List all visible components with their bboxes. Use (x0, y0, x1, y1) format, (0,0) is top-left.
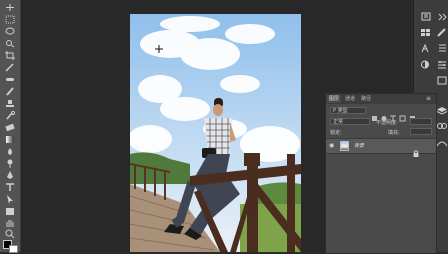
opacity-label: 不透明度: (376, 120, 398, 126)
hand-tool-icon[interactable] (3, 219, 17, 228)
crop-tool-icon[interactable] (3, 51, 17, 60)
properties-icon[interactable] (436, 54, 448, 69)
adjustments-icon[interactable] (420, 54, 432, 69)
lock-icon (413, 142, 419, 161)
layers-panel-tabs: 图层 通道 路径 ≡ (326, 94, 436, 104)
history-brush-tool-icon[interactable] (3, 111, 17, 120)
swatches-icon[interactable] (420, 22, 432, 36)
filter-kind-select[interactable]: P 类型 (330, 107, 366, 114)
eraser-tool-icon[interactable] (3, 123, 17, 132)
layers-panel-icon[interactable] (436, 100, 448, 115)
paths-icon[interactable] (436, 132, 448, 147)
document-image[interactable] (130, 14, 301, 252)
styles-icon[interactable] (436, 70, 448, 85)
dodge-tool-icon[interactable] (3, 159, 17, 168)
quick-select-tool-icon[interactable] (3, 39, 17, 48)
collapse-icon[interactable] (436, 6, 448, 21)
tools-panel (0, 0, 21, 253)
zoom-tool-icon[interactable] (3, 229, 17, 238)
history-icon[interactable] (420, 6, 432, 21)
tab-channels[interactable]: 通道 (343, 95, 357, 103)
blur-tool-icon[interactable] (3, 147, 17, 156)
fill-field[interactable] (410, 128, 432, 135)
lock-label: 锁定: (330, 130, 342, 136)
tab-layers[interactable]: 图层 (327, 95, 342, 103)
tab-paths[interactable]: 路径 (359, 95, 373, 103)
layer-thumbnail (340, 141, 349, 151)
type-tool-icon[interactable] (3, 183, 17, 192)
gradient-tool-icon[interactable] (3, 135, 17, 144)
marquee-tool-icon[interactable] (3, 15, 17, 24)
layers-panel: 图层 通道 路径 ≡ P 类型 正常 不透明度: 锁定: 填充: ◉ 背景 (325, 93, 437, 254)
photo-of-man-on-bridge (130, 14, 301, 252)
character-icon[interactable] (420, 38, 432, 53)
healing-brush-tool-icon[interactable] (3, 75, 17, 84)
filter-icons (370, 107, 430, 122)
brush-tool-icon[interactable] (3, 87, 17, 96)
eye-icon[interactable]: ◉ (329, 142, 334, 149)
move-tool-icon[interactable] (3, 3, 17, 12)
eyedropper-tool-icon[interactable] (3, 63, 17, 72)
path-select-tool-icon[interactable] (3, 195, 17, 204)
clone-stamp-tool-icon[interactable] (3, 99, 17, 108)
lasso-tool-icon[interactable] (3, 27, 17, 36)
layer-row-background[interactable]: ◉ 背景 (326, 138, 436, 157)
panel-menu-icon[interactable]: ≡ (426, 95, 431, 102)
brush-presets-icon[interactable] (436, 22, 448, 37)
channels-icon[interactable] (436, 116, 448, 129)
fill-label: 填充: (388, 130, 400, 136)
paragraph-icon[interactable] (436, 38, 448, 52)
shape-tool-icon[interactable] (3, 207, 17, 216)
layer-name: 背景 (354, 143, 365, 149)
opacity-field[interactable] (410, 118, 432, 125)
lock-icons[interactable] (348, 129, 378, 144)
blend-mode-select[interactable]: 正常 (330, 118, 370, 125)
pen-tool-icon[interactable] (3, 171, 17, 180)
